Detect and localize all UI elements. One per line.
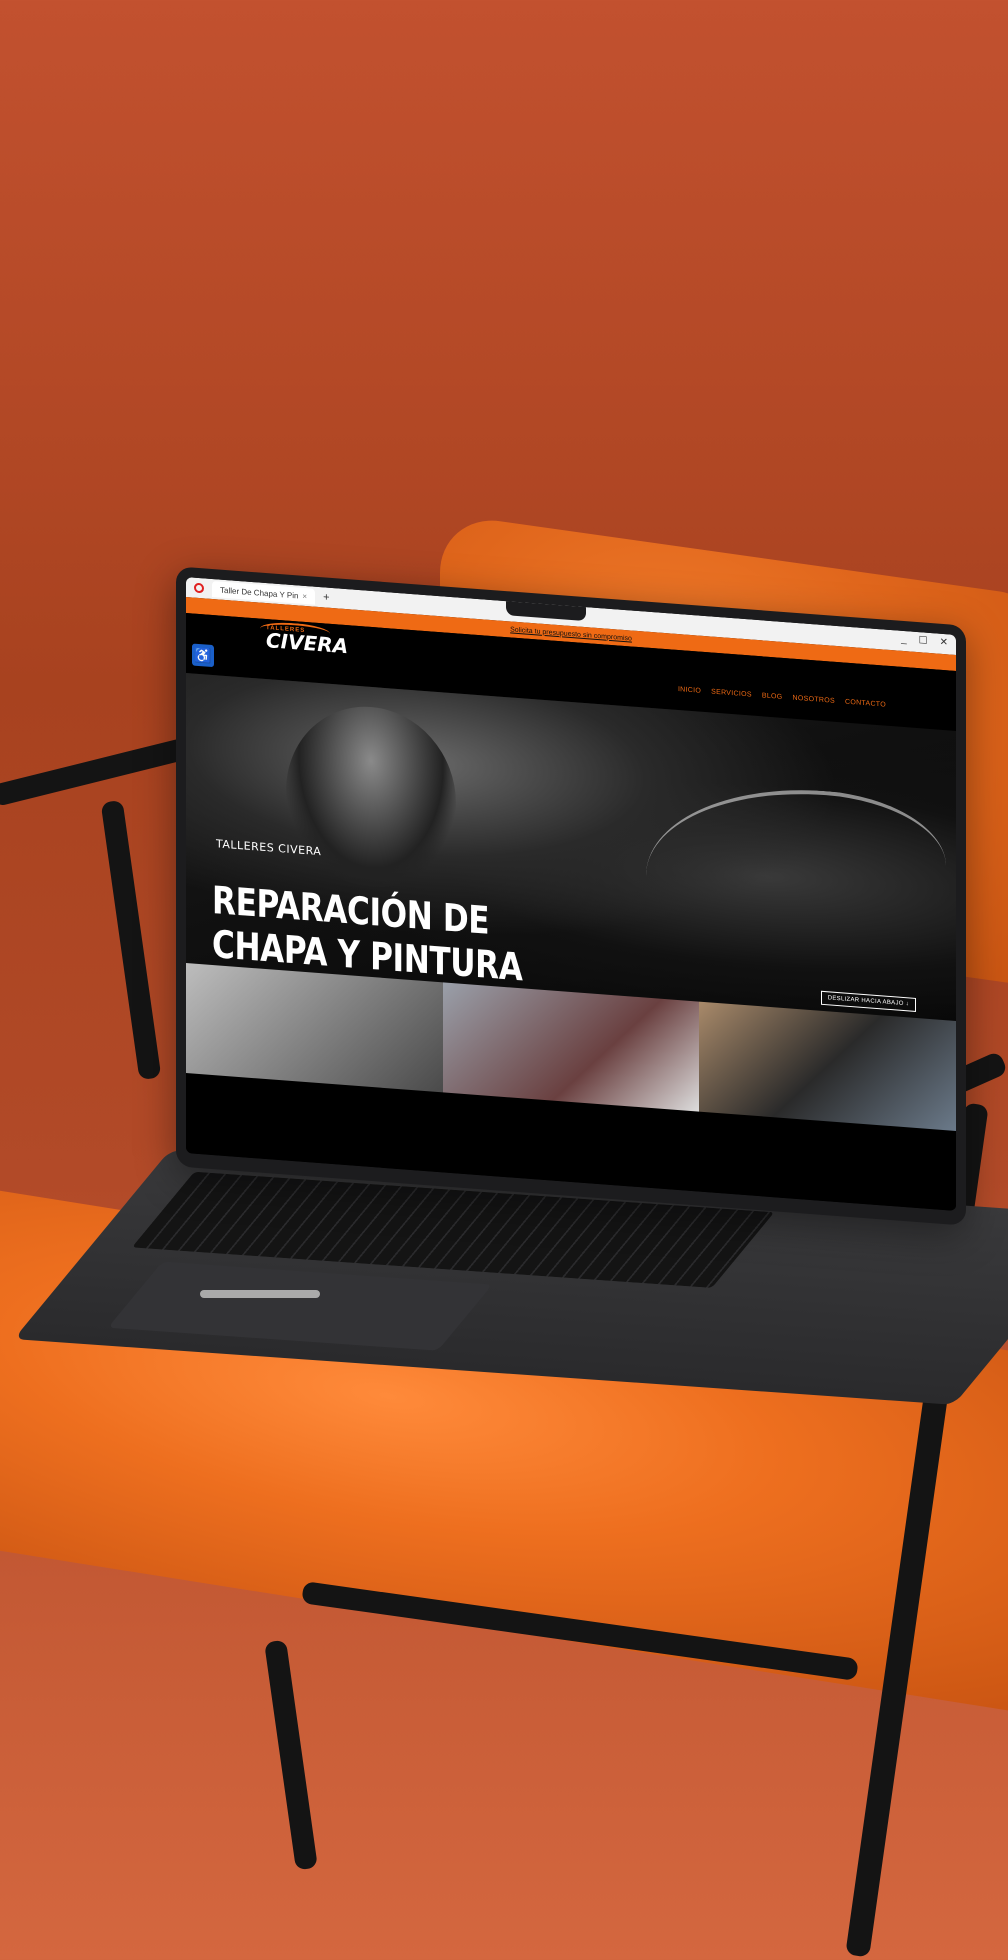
laptop: Taller De Chapa Y Pin × + _ ☐ ✕ Solicita… [0, 0, 1008, 1960]
laptop-front-notch [200, 1290, 320, 1298]
nav-inicio[interactable]: INICIO [678, 686, 701, 695]
opera-logo-icon[interactable] [194, 582, 204, 594]
maximize-button[interactable]: ☐ [919, 635, 928, 647]
laptop-screen: Taller De Chapa Y Pin × + _ ☐ ✕ Solicita… [186, 577, 956, 1211]
window-controls: _ ☐ ✕ [901, 634, 948, 649]
main-nav: INICIO SERVICIOS BLOG NOSOTROS CONTACTO [678, 686, 886, 709]
accessibility-icon[interactable]: ♿ [192, 643, 214, 668]
photo-interior [699, 1001, 956, 1131]
laptop-lid: Taller De Chapa Y Pin × + _ ☐ ✕ Solicita… [176, 566, 966, 1226]
new-tab-button[interactable]: + [323, 591, 329, 603]
nav-nosotros[interactable]: NOSOTROS [793, 695, 835, 705]
nav-blog[interactable]: BLOG [762, 692, 783, 701]
tab-close-icon[interactable]: × [302, 591, 307, 600]
site-logo[interactable]: TALLERES CIVERA [260, 620, 348, 658]
website: TALLERES CIVERA ♿ INICIO SERVICIOS BLOG … [186, 613, 956, 1211]
minimize-button[interactable]: _ [901, 634, 907, 645]
photo-gearshift [186, 963, 443, 1093]
close-button[interactable]: ✕ [940, 637, 948, 649]
hero-photo-mechanic [286, 700, 456, 894]
scroll-down-button[interactable]: DESLIZAR HACIA ABAJO ↓ [820, 990, 916, 1012]
trackpad [107, 1261, 493, 1351]
tab-title: Taller De Chapa Y Pin [220, 585, 299, 601]
nav-servicios[interactable]: SERVICIOS [711, 689, 752, 699]
hero-section: TALLERES CIVERA REPARACIÓN DE CHAPA Y PI… [186, 673, 956, 1028]
nav-contacto[interactable]: CONTACTO [845, 699, 886, 709]
hero-photo-car [646, 777, 946, 965]
photo-mirror-repair [442, 982, 700, 1112]
